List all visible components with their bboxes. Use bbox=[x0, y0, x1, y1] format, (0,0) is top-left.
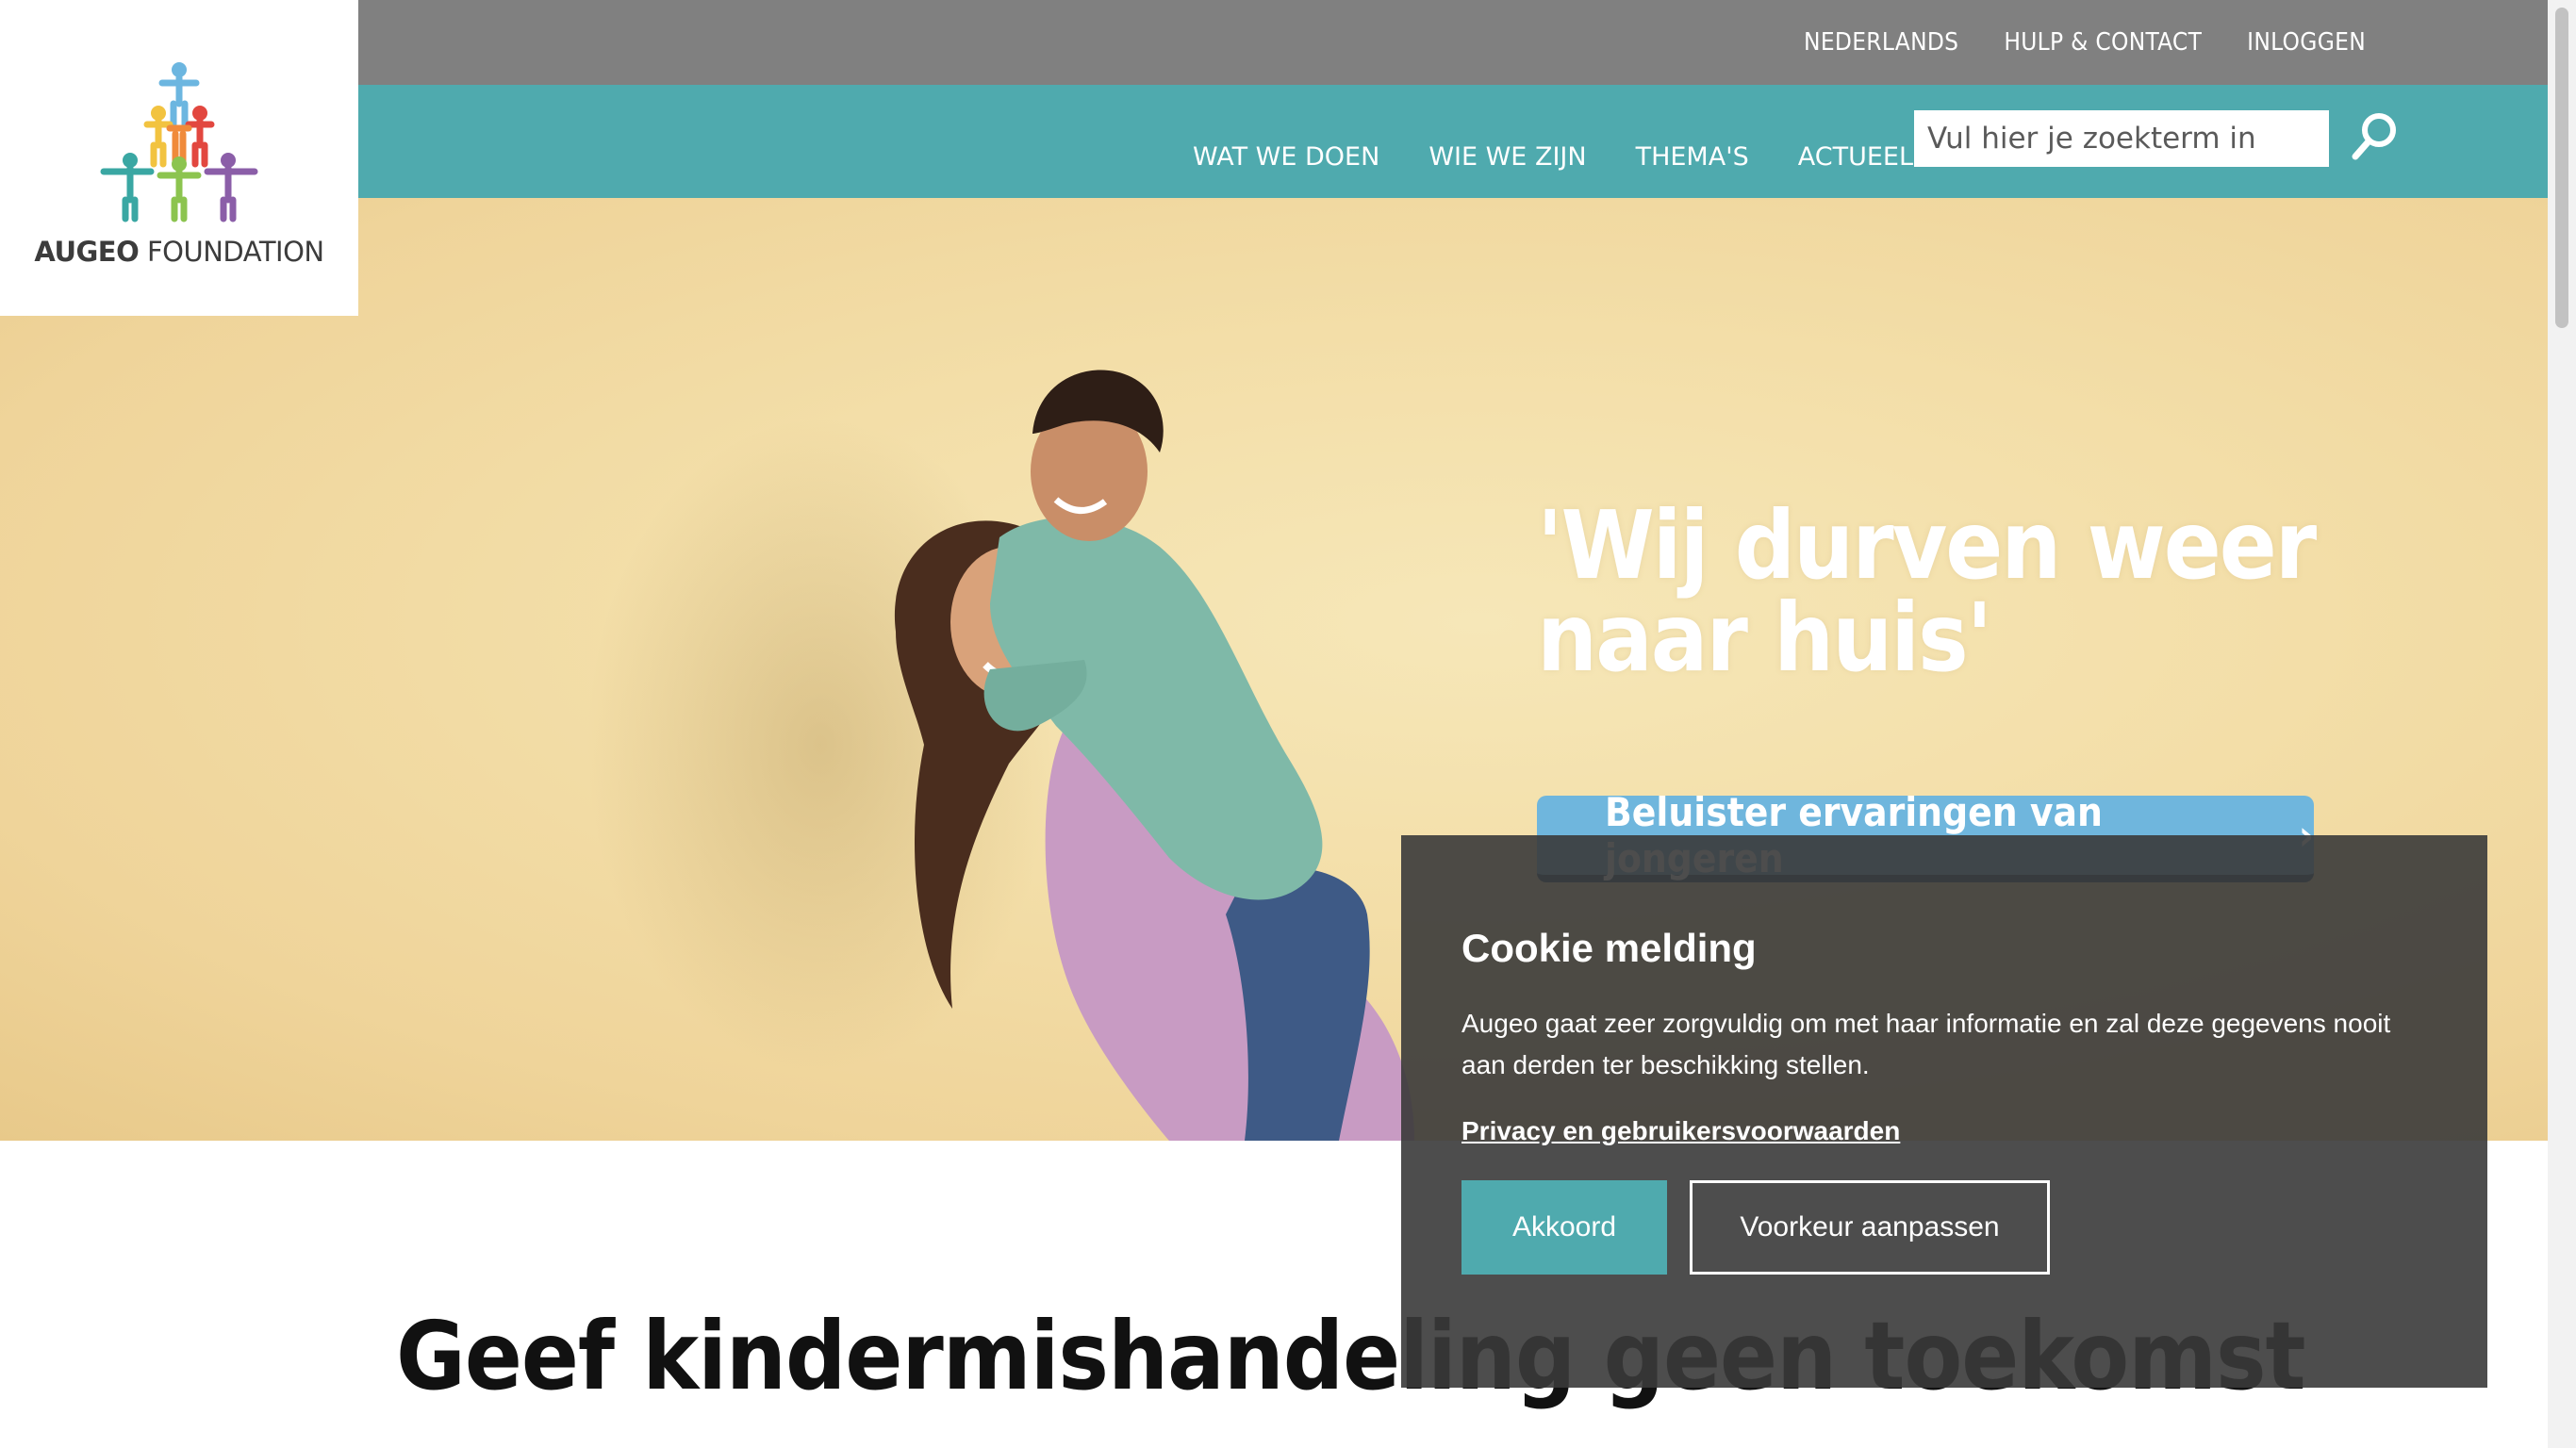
login-link[interactable]: INLOGGEN bbox=[2247, 28, 2366, 57]
help-contact-link[interactable]: HULP & CONTACT bbox=[2004, 28, 2202, 57]
scrollbar-thumb[interactable] bbox=[2555, 8, 2568, 328]
utility-links: NEDERLANDS HULP & CONTACT INLOGGEN bbox=[1804, 0, 2366, 85]
cookie-dialog: Cookie melding Augeo gaat zeer zorgvuldi… bbox=[1401, 835, 2487, 1388]
nav-menu: WAT WE DOEN WIE WE ZIJN THEMA'S ACTUEEL bbox=[1193, 85, 1913, 198]
page-scrollbar[interactable] bbox=[2548, 0, 2576, 1448]
privacy-terms-link[interactable]: Privacy en gebruikersvoorwaarden bbox=[1461, 1116, 1900, 1146]
hero-quote: 'Wij durven weer naar huis' bbox=[1537, 490, 2317, 693]
search-input[interactable] bbox=[1914, 110, 2329, 167]
nav-item-actueel[interactable]: ACTUEEL bbox=[1798, 112, 1913, 172]
accept-cookies-button[interactable]: Akkoord bbox=[1461, 1180, 1667, 1275]
logo-figures-icon bbox=[100, 62, 258, 222]
main-navigation: WAT WE DOEN WIE WE ZIJN THEMA'S ACTUEEL bbox=[0, 85, 2548, 198]
nav-item-wat-we-doen[interactable]: WAT WE DOEN bbox=[1193, 112, 1379, 172]
search-button[interactable] bbox=[2348, 107, 2401, 166]
nav-item-themas[interactable]: THEMA'S bbox=[1636, 112, 1749, 172]
cookie-title: Cookie melding bbox=[1461, 926, 1757, 970]
cookie-body-text: Augeo gaat zeer zorgvuldig om met haar i… bbox=[1461, 1009, 2391, 1079]
top-utility-bar: NEDERLANDS HULP & CONTACT INLOGGEN bbox=[0, 0, 2548, 85]
cookie-preferences-button[interactable]: Voorkeur aanpassen bbox=[1690, 1180, 2050, 1275]
search-icon bbox=[2352, 113, 2396, 160]
logo-wordmark: AUGEO FOUNDATION bbox=[34, 236, 324, 268]
language-link[interactable]: NEDERLANDS bbox=[1804, 28, 1958, 57]
site-logo[interactable]: AUGEO FOUNDATION bbox=[0, 0, 358, 316]
nav-item-wie-we-zijn[interactable]: WIE WE ZIJN bbox=[1428, 112, 1586, 172]
